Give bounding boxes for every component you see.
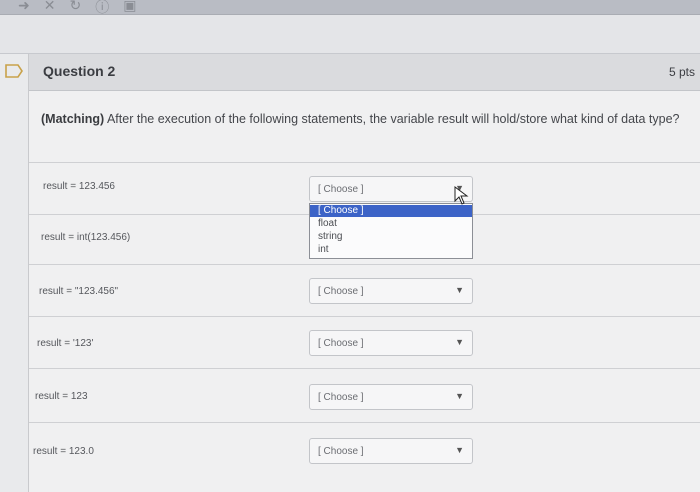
question-points: 5 pts	[668, 65, 695, 79]
question-header: Question 2 5 pts	[5, 54, 700, 91]
dropdown-option-string[interactable]: string	[310, 231, 472, 243]
match-prompt-4: result = '123'	[37, 338, 94, 349]
mouse-cursor-icon	[454, 186, 469, 205]
match-prompt-1: result = 123.456	[43, 181, 115, 192]
question-card: Question 2 5 pts (Matching) After the ex…	[5, 54, 700, 492]
browser-top-bar: ➜ ✕ ↻ ⓘ ▣	[0, 0, 700, 15]
match-prompt-5: result = 123	[35, 391, 88, 402]
row-divider	[29, 162, 700, 163]
select-value: [ Choose ]	[318, 286, 364, 297]
select-value: [ Choose ]	[318, 392, 364, 403]
chevron-down-icon: ▼	[455, 285, 464, 295]
dropdown-option-int[interactable]: int	[310, 244, 472, 256]
match-prompt-6: result = 123.0	[33, 446, 94, 457]
choose-dropdown-list[interactable]: [ Choose ] float string int	[309, 203, 473, 259]
match-prompt-3: result = "123.456"	[39, 286, 119, 297]
page-toolbar	[0, 15, 700, 54]
row-divider	[29, 264, 700, 265]
select-value: [ Choose ]	[318, 446, 364, 457]
row-divider	[29, 316, 700, 317]
match-prompt-2: result = int(123.456)	[41, 232, 131, 243]
match-select-3[interactable]: [ Choose ] ▼	[309, 278, 473, 304]
dropdown-option-choose[interactable]: [ Choose ]	[310, 205, 472, 217]
question-body: After the execution of the following sta…	[104, 112, 680, 126]
question-title: Question 2	[43, 63, 116, 79]
select-value: [ Choose ]	[318, 184, 364, 195]
match-select-5[interactable]: [ Choose ] ▼	[309, 384, 473, 410]
row-divider	[29, 422, 700, 423]
question-prompt: (Matching) After the execution of the fo…	[41, 110, 691, 129]
chevron-down-icon: ▼	[455, 337, 464, 347]
flag-icon[interactable]	[5, 64, 23, 78]
match-select-6[interactable]: [ Choose ] ▼	[309, 438, 473, 464]
select-value: [ Choose ]	[318, 338, 364, 349]
match-select-4[interactable]: [ Choose ] ▼	[309, 330, 473, 356]
chevron-down-icon: ▼	[455, 445, 464, 455]
question-type: (Matching)	[41, 112, 105, 126]
row-divider	[29, 368, 700, 369]
dropdown-option-float[interactable]: float	[310, 218, 472, 230]
match-select-1[interactable]: [ Choose ] ▼	[309, 176, 473, 202]
quiz-page: Question 2 5 pts (Matching) After the ex…	[0, 54, 700, 492]
chevron-down-icon: ▼	[455, 391, 464, 401]
